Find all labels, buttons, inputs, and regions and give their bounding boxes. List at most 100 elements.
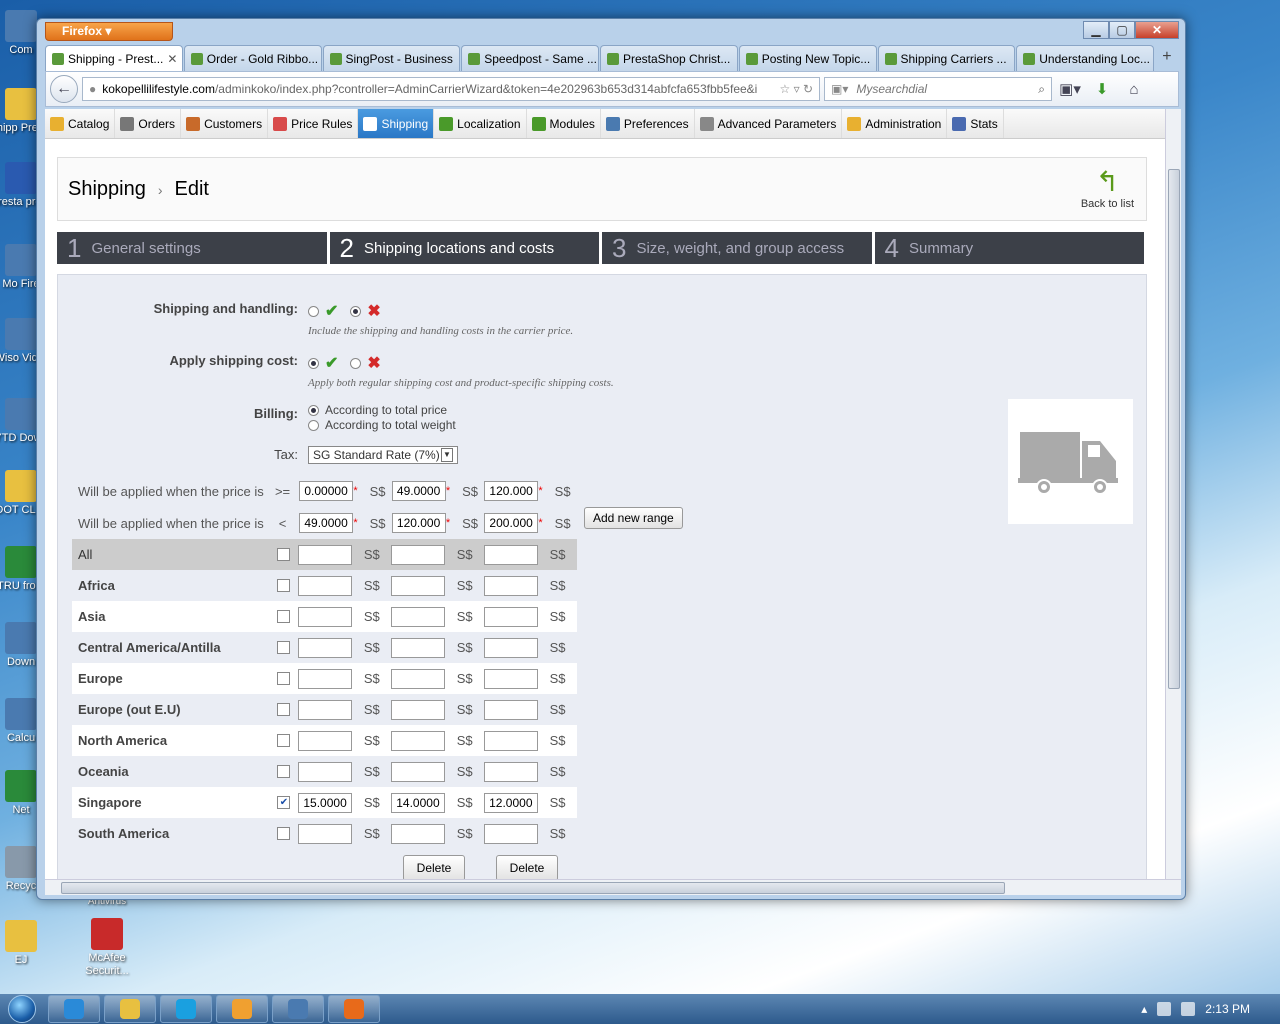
zone-checkbox[interactable] <box>277 548 291 561</box>
handling-no-radio[interactable] <box>350 305 362 317</box>
maximize-button[interactable]: ▢ <box>1109 21 1135 39</box>
close-window-button[interactable]: ✕ <box>1135 21 1179 39</box>
admin-menu-item[interactable]: Administration <box>842 109 948 138</box>
zone-price-input[interactable] <box>298 823 353 844</box>
zone-checkbox[interactable]: ✔ <box>277 796 291 809</box>
horizontal-scrollbar[interactable] <box>45 879 1181 895</box>
zone-checkbox[interactable] <box>277 765 291 778</box>
desktop-icon[interactable]: EJ <box>0 920 56 967</box>
range-input[interactable] <box>484 481 539 501</box>
admin-menu-item[interactable]: Stats <box>947 109 1004 138</box>
wizard-step[interactable]: 2 Shipping locations and costs <box>330 232 602 264</box>
browser-tab[interactable]: Understanding Loc... <box>1016 45 1154 71</box>
zone-price-input[interactable] <box>484 575 539 596</box>
zone-checkbox[interactable] <box>277 734 291 747</box>
range-input[interactable] <box>391 481 446 501</box>
billing-price-radio[interactable] <box>308 405 319 416</box>
wizard-step[interactable]: 3 Size, weight, and group access <box>602 232 875 264</box>
taskbar-messenger-button[interactable] <box>216 995 268 1023</box>
zone-price-input[interactable] <box>484 730 539 751</box>
zone-price-input[interactable] <box>391 544 446 565</box>
vertical-scrollbar[interactable] <box>1165 109 1181 879</box>
admin-menu-item[interactable]: Price Rules <box>268 109 359 138</box>
zone-price-input[interactable] <box>298 544 353 565</box>
zone-checkbox[interactable] <box>277 672 291 685</box>
zone-price-input[interactable] <box>484 792 539 813</box>
range-input[interactable] <box>299 481 354 501</box>
handling-yes-radio[interactable] <box>308 305 319 317</box>
taskbar-firefox-button[interactable] <box>328 995 380 1023</box>
new-tab-button[interactable]: + <box>1155 45 1179 71</box>
tax-select[interactable]: SG Standard Rate (7%) ▼ <box>308 446 458 464</box>
browser-tab[interactable]: PrestaShop Christ... <box>600 45 738 71</box>
admin-menu-item[interactable]: Orders <box>115 109 182 138</box>
wizard-step[interactable]: 1 General settings <box>57 232 330 264</box>
zone-price-input[interactable] <box>391 792 446 813</box>
delete-range-button-1[interactable]: Delete <box>403 855 465 879</box>
range-input[interactable] <box>484 513 539 533</box>
search-engine-icon[interactable]: ▣▾ <box>831 82 848 96</box>
back-button[interactable]: ← <box>50 75 78 103</box>
zone-price-input[interactable] <box>484 606 539 627</box>
taskbar-ie-button[interactable] <box>48 995 100 1023</box>
add-new-range-button[interactable]: Add new range <box>584 507 683 529</box>
admin-menu-item[interactable]: Modules <box>527 109 601 138</box>
browser-tab[interactable]: Shipping Carriers ... <box>877 45 1016 71</box>
wizard-step[interactable]: 4 Summary <box>875 232 1147 264</box>
close-tab-icon[interactable]: ✕ <box>167 52 177 66</box>
browser-tab[interactable]: Shipping - Prest... ✕ <box>45 45 183 71</box>
zone-price-input[interactable] <box>391 761 446 782</box>
network-icon[interactable] <box>1157 1002 1172 1016</box>
delete-range-button-2[interactable]: Delete <box>496 855 558 879</box>
back-to-list-button[interactable]: ↰ Back to list <box>1081 166 1134 210</box>
zone-price-input[interactable] <box>391 699 446 720</box>
zone-price-input[interactable] <box>391 668 446 689</box>
zone-price-input[interactable] <box>298 761 353 782</box>
admin-menu-item[interactable]: Shipping <box>358 109 435 138</box>
zone-price-input[interactable] <box>298 575 353 596</box>
zone-price-input[interactable] <box>298 637 353 658</box>
reload-icon[interactable]: ↻ <box>803 82 813 96</box>
breadcrumb-shipping[interactable]: Shipping <box>68 178 146 201</box>
minimize-button[interactable]: ▁ <box>1083 21 1109 39</box>
zone-price-input[interactable] <box>484 544 539 565</box>
bookmarks-icon[interactable]: ▣▾ <box>1056 80 1084 98</box>
volume-icon[interactable] <box>1181 1002 1196 1016</box>
zone-price-input[interactable] <box>298 730 353 751</box>
zone-price-input[interactable] <box>484 823 539 844</box>
zone-price-input[interactable] <box>484 637 539 658</box>
start-button[interactable] <box>0 994 44 1024</box>
search-icon[interactable]: ⌕ <box>1038 82 1045 97</box>
zone-checkbox[interactable] <box>277 827 291 840</box>
zone-price-input[interactable] <box>391 606 446 627</box>
zone-price-input[interactable] <box>298 606 353 627</box>
browser-tab[interactable]: Order - Gold Ribbo... <box>183 45 322 71</box>
zone-price-input[interactable] <box>484 668 539 689</box>
admin-menu-item[interactable]: Catalog <box>45 109 116 138</box>
home-icon[interactable]: ⌂ <box>1120 81 1148 98</box>
zone-price-input[interactable] <box>391 575 446 596</box>
zone-price-input[interactable] <box>484 761 539 782</box>
taskbar-explorer-button[interactable] <box>104 995 156 1023</box>
admin-menu-item[interactable]: Customers <box>181 109 269 138</box>
zone-price-input[interactable] <box>391 637 446 658</box>
vertical-scroll-thumb[interactable] <box>1168 169 1180 689</box>
zone-price-input[interactable] <box>298 699 353 720</box>
taskbar-network-button[interactable] <box>272 995 324 1023</box>
mcafee-desktop-icon[interactable]: McAfee Securit... <box>72 918 142 978</box>
admin-menu-item[interactable]: Localization <box>434 109 527 138</box>
firefox-menu-button[interactable]: Firefox ▾ <box>45 22 173 41</box>
zone-checkbox[interactable] <box>277 610 291 623</box>
zone-price-input[interactable] <box>298 792 353 813</box>
apply-cost-yes-radio[interactable] <box>308 357 319 369</box>
download-icon[interactable]: ⬇ <box>1088 80 1116 98</box>
zone-price-input[interactable] <box>298 668 353 689</box>
apply-cost-no-radio[interactable] <box>350 357 362 369</box>
browser-tab[interactable]: Speedpost - Same ... <box>461 45 599 71</box>
url-bar[interactable]: ● kokopellilifestyle.com/adminkoko/index… <box>82 77 820 101</box>
tray-expand-icon[interactable]: ▴ <box>1141 1002 1147 1016</box>
browser-tab[interactable]: SingPost - Business <box>322 45 461 71</box>
clock[interactable]: 2:13 PM <box>1205 1002 1250 1016</box>
zone-price-input[interactable] <box>391 730 446 751</box>
zone-price-input[interactable] <box>391 823 446 844</box>
